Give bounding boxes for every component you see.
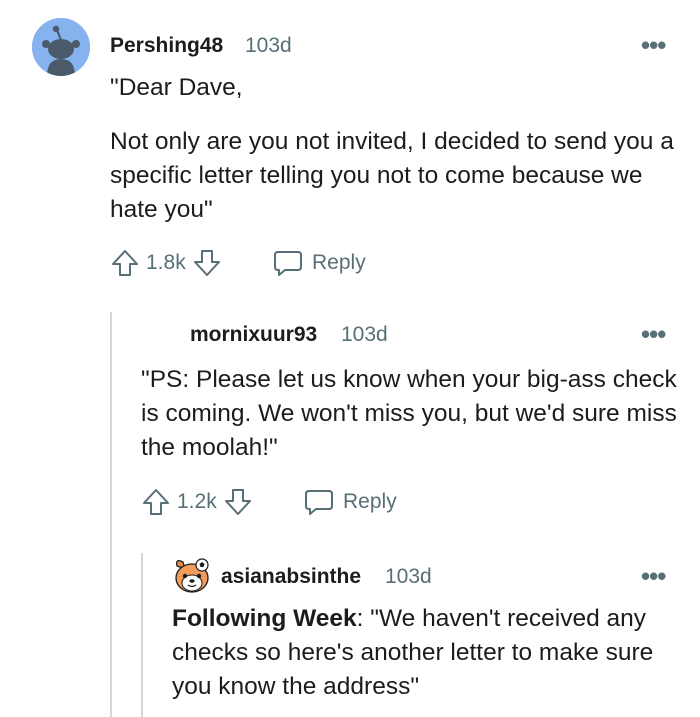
- more-options-icon[interactable]: •••: [641, 321, 666, 347]
- avatar[interactable]: [32, 18, 90, 76]
- comment-bubble-icon: [272, 248, 304, 278]
- upvote-icon[interactable]: [141, 487, 171, 517]
- avatar[interactable]: [172, 556, 212, 596]
- thread-line[interactable]: [141, 553, 143, 717]
- vote-score: 1.8k: [146, 251, 186, 274]
- reply-button[interactable]: Reply: [272, 248, 366, 278]
- more-options-icon[interactable]: •••: [641, 563, 666, 589]
- reply-label: Reply: [343, 490, 397, 513]
- vote-controls: 1.8k: [110, 248, 222, 278]
- comment-age: 103d: [341, 323, 388, 346]
- more-options-icon[interactable]: •••: [641, 32, 666, 58]
- thread-line[interactable]: [110, 312, 112, 717]
- downvote-icon[interactable]: [223, 487, 253, 517]
- reply-label: Reply: [312, 251, 366, 274]
- downvote-icon[interactable]: [192, 248, 222, 278]
- comment-body: "Dear Dave, Not only are you not invited…: [110, 71, 680, 227]
- comment-author[interactable]: Pershing48: [110, 34, 223, 58]
- comment-body: Following Week: "We haven't received any…: [172, 602, 662, 704]
- comment-author[interactable]: asianabsinthe: [221, 565, 361, 589]
- vote-controls: 1.2k: [141, 487, 253, 517]
- comment-author[interactable]: mornixuur93: [190, 323, 317, 347]
- comment-body-bold: Following Week: [172, 605, 357, 632]
- comment-body-paragraph: Not only are you not invited, I decided …: [110, 128, 674, 223]
- comment-bubble-icon: [303, 487, 335, 517]
- dog-avatar-icon: [175, 558, 209, 593]
- comment-age: 103d: [245, 34, 292, 57]
- snoo-avatar-icon: [32, 18, 90, 76]
- reply-button[interactable]: Reply: [303, 487, 397, 517]
- comment-body: "PS: Please let us know when your big-as…: [141, 366, 677, 461]
- vote-score: 1.2k: [177, 490, 217, 513]
- comment-age: 103d: [385, 565, 432, 588]
- comment-body-line: "Dear Dave,: [110, 74, 243, 101]
- upvote-icon[interactable]: [110, 248, 140, 278]
